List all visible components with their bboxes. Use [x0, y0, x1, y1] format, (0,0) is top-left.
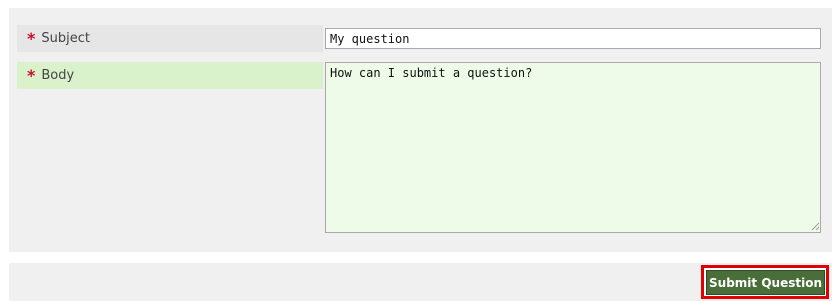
- subject-label: Subject: [41, 31, 90, 46]
- body-label-row: * Body: [17, 62, 323, 89]
- submit-question-button[interactable]: Submit Question: [706, 270, 825, 295]
- body-label: Body: [41, 68, 75, 83]
- subject-input[interactable]: [325, 28, 821, 49]
- subject-label-row: * Subject: [17, 25, 323, 52]
- required-asterisk: *: [27, 65, 36, 85]
- required-asterisk: *: [27, 28, 36, 48]
- resize-grip-icon[interactable]: [810, 221, 820, 231]
- body-textarea[interactable]: How can I submit a question?: [325, 62, 821, 233]
